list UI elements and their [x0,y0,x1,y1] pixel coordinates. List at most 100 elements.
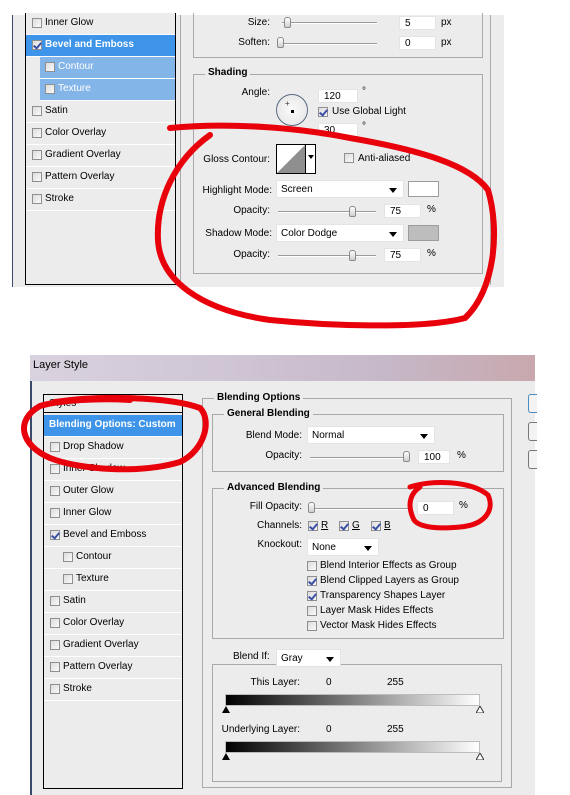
gradient-overlay-checkbox[interactable] [50,640,60,650]
angle-degree-symbol: ° [362,86,366,97]
satin-checkbox[interactable] [50,596,60,606]
fill-opacity-input[interactable]: 0 [417,501,454,515]
shadow-mode-select[interactable]: Color Dodge [276,224,404,242]
inner-shadow-checkbox[interactable] [50,464,60,474]
inner-glow-checkbox[interactable] [50,508,60,518]
blend-if-select[interactable]: Gray [276,649,341,667]
pattern-overlay-checkbox[interactable] [32,172,42,182]
fill-opacity-thumb[interactable] [308,502,315,513]
opacity-input[interactable]: 100 [418,450,450,464]
highlight-mode-select[interactable]: Screen [276,180,404,198]
style-item-gradient-overlay[interactable]: Gradient Overlay [26,145,175,167]
contour-dropdown-arrow[interactable] [305,145,316,173]
color-overlay-checkbox[interactable] [32,128,42,138]
blend-interior-effects-checkbox[interactable] [307,561,317,571]
highlight-color-swatch[interactable] [408,181,439,197]
channel-g-checkbox[interactable] [339,521,349,531]
shadow-opacity-input[interactable]: 75 [384,248,421,262]
styles-header[interactable]: Styles [44,395,182,413]
style-item-outer-glow[interactable]: Outer Glow [44,481,182,503]
underlying-layer-white-slider[interactable] [476,753,484,760]
styles-header-label: Styles [49,398,77,409]
style-item-contour[interactable]: Contour [40,57,175,79]
style-item-blending-options[interactable]: Blending Options: Custom [44,415,182,437]
shadow-opacity-track[interactable] [278,255,376,257]
size-slider-track[interactable] [282,22,377,24]
outer-glow-checkbox[interactable] [50,486,60,496]
style-item-bevel-emboss[interactable]: Bevel and Emboss [26,35,175,57]
style-item-texture[interactable]: Texture [40,79,175,101]
highlight-opacity-thumb[interactable] [349,206,356,217]
inner-glow-checkbox[interactable] [32,18,42,28]
opacity-slider-thumb[interactable] [403,451,410,462]
shadow-color-swatch[interactable] [408,225,439,241]
style-item-stroke[interactable]: Stroke [26,189,175,211]
channel-r-checkbox[interactable] [308,521,318,531]
size-slider-thumb[interactable] [284,17,291,28]
stroke-checkbox[interactable] [50,684,60,694]
cancel-button[interactable] [528,422,537,441]
this-layer-gradient-bar[interactable] [225,694,480,706]
drop-shadow-checkbox[interactable] [50,442,60,452]
angle-dial[interactable]: + [276,94,308,126]
title-bar: Layer Style [30,355,535,381]
style-item-pattern-overlay[interactable]: Pattern Overlay [44,657,182,679]
texture-checkbox[interactable] [63,574,73,584]
size-input[interactable]: 5 [399,16,436,30]
style-item-texture[interactable]: Texture [44,569,182,591]
fill-opacity-track[interactable] [310,508,408,510]
angle-input[interactable]: 120 [318,89,358,103]
style-item-bevel-emboss[interactable]: Bevel and Emboss [44,525,182,547]
shading-group [193,74,483,274]
style-item-stroke[interactable]: Stroke [44,679,182,701]
style-item-inner-glow[interactable]: Inner Glow [44,503,182,525]
highlight-opacity-track[interactable] [278,211,376,213]
texture-checkbox[interactable] [45,84,55,94]
style-item-label: Inner Glow [45,17,94,28]
layer-mask-hides-checkbox[interactable] [307,606,317,616]
color-overlay-checkbox[interactable] [50,618,60,628]
this-layer-black-slider[interactable] [222,706,230,713]
style-item-gradient-overlay[interactable]: Gradient Overlay [44,635,182,657]
knockout-select[interactable]: None [307,538,379,556]
style-item-drop-shadow[interactable]: Drop Shadow [44,437,182,459]
gloss-contour-picker[interactable] [276,144,316,174]
opacity-label: Opacity: [265,450,302,461]
use-global-light-checkbox[interactable] [318,107,328,117]
soften-input[interactable]: 0 [399,36,436,50]
ok-button[interactable] [528,394,537,413]
style-item-color-overlay[interactable]: Color Overlay [26,123,175,145]
contour-checkbox[interactable] [63,552,73,562]
style-item-contour[interactable]: Contour [44,547,182,569]
style-item-color-overlay[interactable]: Color Overlay [44,613,182,635]
blend-mode-select[interactable]: Normal [307,426,435,444]
soften-slider-track[interactable] [277,43,377,45]
satin-checkbox[interactable] [32,106,42,116]
style-item-satin[interactable]: Satin [26,101,175,123]
style-item-satin[interactable]: Satin [44,591,182,613]
style-item-inner-glow[interactable]: Inner Glow [26,13,175,35]
bevel-emboss-checkbox[interactable] [50,530,60,540]
bevel-emboss-checkbox[interactable] [32,40,42,50]
stroke-checkbox[interactable] [32,194,42,204]
vector-mask-hides-checkbox[interactable] [307,621,317,631]
soften-slider-thumb[interactable] [277,37,284,48]
blend-clipped-layers-checkbox[interactable] [307,576,317,586]
style-item-inner-shadow[interactable]: Inner Shadow [44,459,182,481]
channel-b-checkbox[interactable] [371,521,381,531]
shadow-opacity-thumb[interactable] [349,250,356,261]
new-style-button[interactable] [528,450,537,469]
style-item-pattern-overlay[interactable]: Pattern Overlay [26,167,175,189]
this-layer-white-slider[interactable] [476,706,484,713]
transparency-shapes-checkbox[interactable] [307,591,317,601]
highlight-opacity-input[interactable]: 75 [384,204,421,218]
anti-aliased-checkbox[interactable] [344,153,354,163]
opacity-slider-track[interactable] [310,457,410,459]
gradient-overlay-checkbox[interactable] [32,150,42,160]
contour-checkbox[interactable] [45,62,55,72]
altitude-input[interactable]: 30 [318,123,358,137]
underlying-layer-black-slider[interactable] [222,753,230,760]
blend-mode-label: Blend Mode: [245,430,302,441]
pattern-overlay-checkbox[interactable] [50,662,60,672]
underlying-layer-gradient-bar[interactable] [225,741,480,753]
